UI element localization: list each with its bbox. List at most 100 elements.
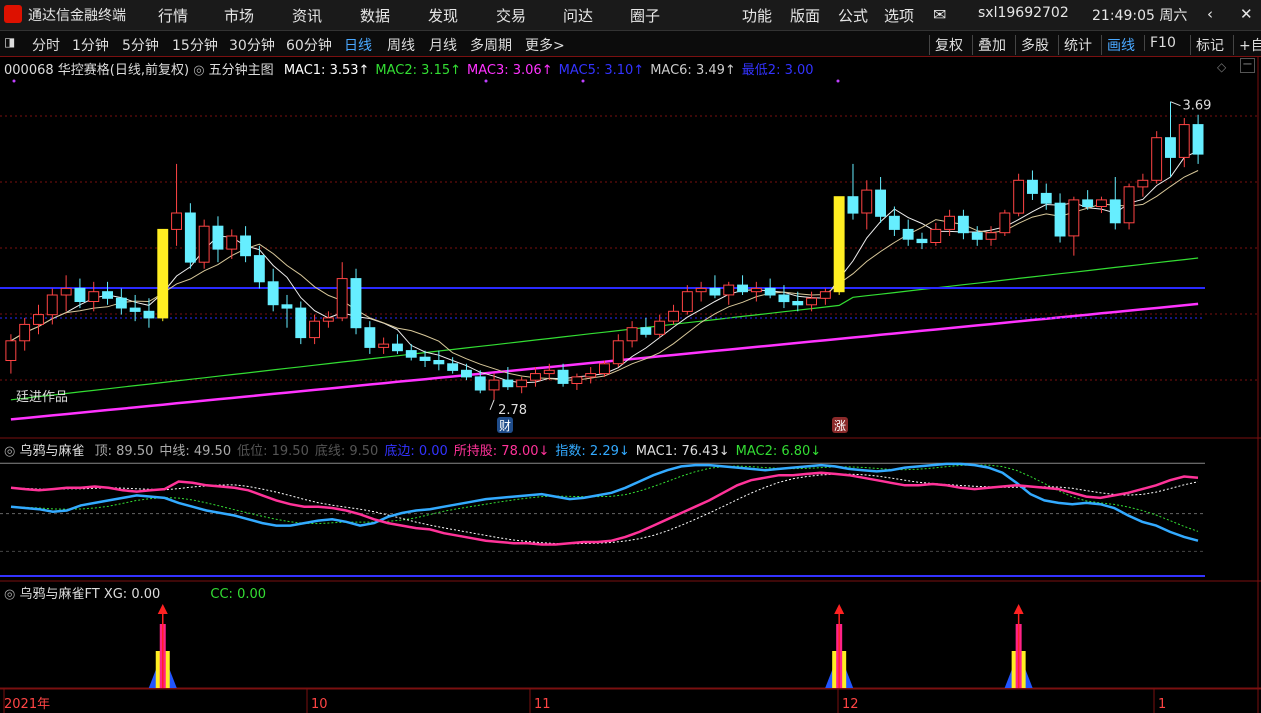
candle-body-5 (74, 287, 86, 302)
candle-76 (1054, 193, 1066, 243)
candle-55 (764, 278, 776, 299)
chart-area[interactable]: 2021年 10 11 12 1 3.69 2.78 廷进作品 财 涨 (0, 56, 1261, 713)
candle-7 (102, 281, 113, 305)
period-day[interactable]: 日线 (344, 35, 372, 55)
btn-zixuan[interactable]: +自 (1233, 35, 1261, 55)
signal-2 (1004, 604, 1033, 688)
candle-body-86 (1192, 124, 1204, 155)
candle-25 (350, 268, 362, 335)
candle-body-19 (267, 281, 279, 306)
marker-cai[interactable]: 财 (497, 417, 513, 433)
period-60min[interactable]: 60分钟 (286, 35, 332, 55)
candle-22 (309, 314, 321, 345)
candle-body-44 (612, 340, 624, 365)
candle-21 (295, 301, 307, 345)
candle-body-14 (198, 225, 210, 263)
candle-body-57 (792, 301, 804, 306)
menu-gongneng[interactable]: 功能 (742, 5, 772, 26)
candle-body-29 (405, 350, 417, 358)
menu-zixun[interactable]: 资讯 (292, 5, 322, 26)
candle-body-82 (1137, 179, 1149, 188)
date-label-3: 12 (842, 697, 859, 712)
btn-huaxian[interactable]: 画线 (1101, 35, 1135, 55)
candle-27 (378, 337, 390, 354)
top-dot-2 (581, 79, 585, 83)
candle-37 (516, 376, 528, 394)
panel-toggle-icon[interactable]: ◨ (4, 35, 15, 49)
menu-hangqing[interactable]: 行情 (158, 5, 188, 26)
candle-body-22 (309, 320, 321, 339)
candle-65 (902, 219, 914, 246)
candle-body-50 (695, 287, 707, 293)
candle-body-84 (1165, 137, 1176, 158)
osc-index-line (10, 462, 1199, 542)
candle-body-65 (902, 228, 914, 240)
menu-shuju[interactable]: 数据 (360, 5, 390, 26)
candle-body-13 (184, 212, 196, 263)
btn-duogu[interactable]: 多股 (1015, 35, 1049, 55)
menu-banmian[interactable]: 版面 (790, 5, 820, 26)
menu-jiaoyi[interactable]: 交易 (496, 5, 526, 26)
menu-shichang[interactable]: 市场 (224, 5, 254, 26)
marker-zhang[interactable]: 涨 (832, 417, 848, 433)
candle-3 (46, 288, 58, 325)
menu-gongshi[interactable]: 公式 (838, 5, 868, 26)
menu-wenda[interactable]: 问达 (563, 5, 593, 26)
user-name[interactable]: sxl19692702 (978, 5, 1069, 21)
candle-24 (336, 262, 348, 322)
candle-body-77 (1068, 199, 1080, 237)
btn-tongji[interactable]: 统计 (1058, 35, 1092, 55)
candle-0 (5, 334, 17, 374)
mail-icon[interactable]: ✉ (933, 5, 946, 24)
menu-quanzi[interactable]: 圈子 (630, 5, 660, 26)
candle-57 (792, 291, 804, 312)
btn-diejia[interactable]: 叠加 (972, 35, 1006, 55)
candle-16 (226, 229, 238, 259)
candle-body-49 (681, 291, 693, 312)
candle-body-67 (930, 228, 942, 243)
period-month[interactable]: 月线 (429, 35, 457, 55)
candle-body-76 (1054, 202, 1066, 237)
candle-body-10 (143, 310, 155, 319)
candle-9 (129, 294, 141, 322)
candle-18 (253, 245, 265, 289)
candle-31 (433, 350, 445, 371)
btn-fuquan[interactable]: 复权 (929, 35, 963, 55)
top-dot-1 (484, 79, 488, 83)
candle-44 (612, 334, 624, 368)
candle-body-15 (212, 225, 224, 250)
candle-62 (861, 180, 873, 230)
period-1min[interactable]: 1分钟 (72, 35, 109, 55)
candle-14 (198, 219, 210, 269)
candle-78 (1082, 190, 1094, 210)
menu-xuanxiang[interactable]: 选项 (884, 5, 914, 26)
btn-biaoji[interactable]: 标记 (1190, 35, 1224, 55)
candle-body-28 (392, 343, 403, 352)
period-week[interactable]: 周线 (387, 35, 415, 55)
close-icon[interactable]: ✕ (1240, 5, 1253, 23)
candle-11 (157, 228, 169, 322)
candle-17 (240, 226, 252, 263)
candle-80 (1109, 177, 1121, 230)
candle-body-36 (502, 379, 514, 388)
signal-0 (148, 604, 177, 688)
osc-hold-line (10, 471, 1199, 546)
candle-19 (267, 268, 279, 312)
low-pointer (489, 399, 495, 410)
period-30min[interactable]: 30分钟 (229, 35, 275, 55)
period-fenshi[interactable]: 分时 (32, 35, 60, 55)
menu-faxian[interactable]: 发现 (428, 5, 458, 26)
candle-51 (709, 275, 721, 299)
back-icon[interactable]: ‹ (1207, 5, 1213, 23)
period-5min[interactable]: 5分钟 (122, 35, 159, 55)
candle-body-26 (364, 327, 376, 348)
candle-body-64 (888, 215, 900, 230)
period-toolbar: ◨ 分时 1分钟 5分钟 15分钟 30分钟 60分钟 日线 周线 月线 多周期… (0, 31, 1261, 57)
btn-f10[interactable]: F10 (1144, 35, 1176, 51)
app-title: 通达信金融终端 (28, 8, 126, 24)
candle-82 (1137, 173, 1149, 197)
period-more[interactable]: 更多> (525, 35, 565, 55)
period-15min[interactable]: 15分钟 (172, 35, 218, 55)
period-multi[interactable]: 多周期 (470, 35, 512, 55)
candle-53 (737, 275, 748, 295)
